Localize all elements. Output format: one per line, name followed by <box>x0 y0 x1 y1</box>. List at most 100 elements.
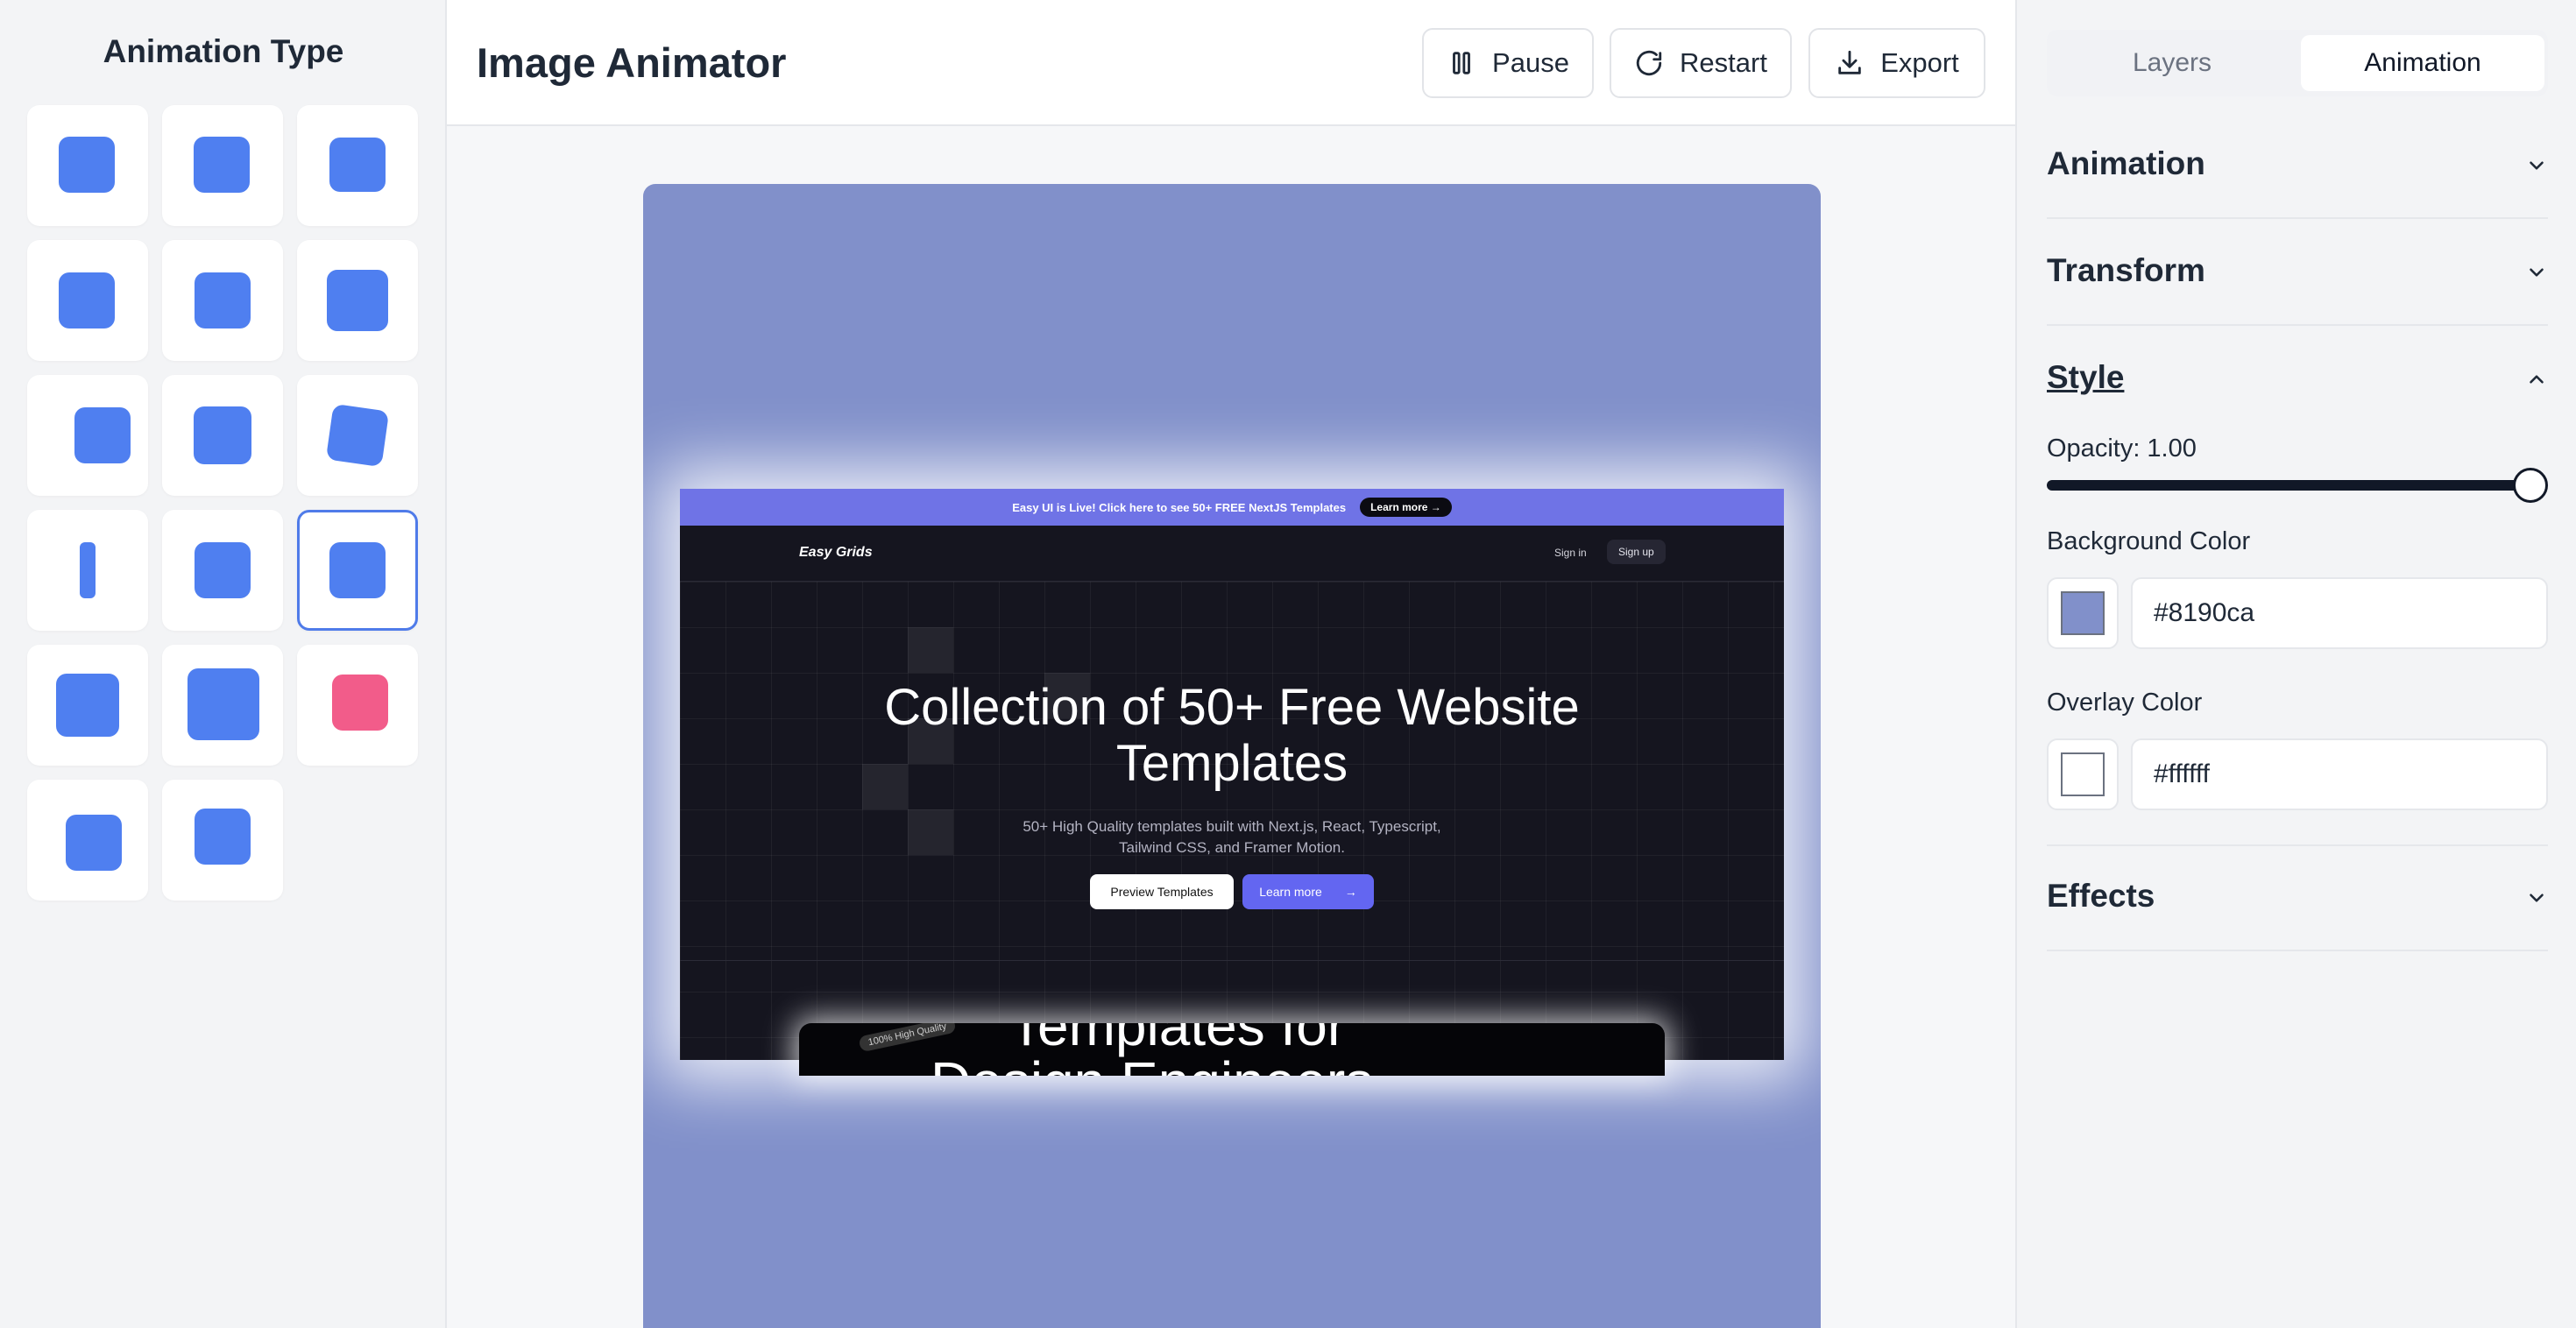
animation-option-flip[interactable] <box>27 510 148 631</box>
download-icon <box>1838 50 1861 74</box>
background-color-label: Background Color <box>2047 527 2251 555</box>
animation-option-scale[interactable] <box>297 105 418 226</box>
chevron-up-icon <box>2530 375 2544 384</box>
divider <box>2047 324 2548 326</box>
preview-divider <box>680 960 1784 961</box>
animation-option-zoom[interactable] <box>297 240 418 361</box>
preview-sign-in: Sign in <box>1554 547 1587 559</box>
animation-option-color-shift[interactable] <box>297 645 418 766</box>
animation-option-bounce[interactable] <box>162 240 283 361</box>
export-label: Export <box>1880 47 1959 78</box>
grid-cell <box>908 627 953 673</box>
pause-label: Pause <box>1492 47 1569 78</box>
zoom-preview-icon <box>327 270 388 331</box>
tab-animation[interactable]: Animation <box>2301 35 2544 91</box>
background-color-picker[interactable] <box>2047 577 2119 649</box>
slide-preview-icon <box>194 137 250 193</box>
pause-icon <box>1453 52 1470 74</box>
animation-option-fade[interactable] <box>27 105 148 226</box>
drop-preview-icon <box>195 809 251 865</box>
animation-option-expand[interactable] <box>162 645 283 766</box>
preview-brand: Easy Grids <box>799 545 873 560</box>
animation-option-drop[interactable] <box>162 780 283 901</box>
pulse-preview-icon <box>194 406 251 464</box>
panel-tabs: Layers Animation <box>2047 30 2548 96</box>
page-title: Image Animator <box>477 39 787 86</box>
float-preview-icon <box>329 542 386 598</box>
animation-option-float[interactable] <box>297 510 418 631</box>
preview-hero-title: Collection of 50+ Free Website Templates <box>884 679 1580 792</box>
section-effects-title: Effects <box>2047 878 2155 914</box>
section-transform-header[interactable]: Transform <box>2047 252 2548 296</box>
section-style-title: Style <box>2047 359 2125 395</box>
divider <box>2047 950 2548 951</box>
grow-preview-icon <box>56 674 119 737</box>
fade-preview-icon <box>59 137 115 193</box>
banner-text: Easy UI is Live! Click here to see 50+ F… <box>1012 500 1347 514</box>
animation-option-slide[interactable] <box>162 105 283 226</box>
animation-option-rotate[interactable] <box>27 240 148 361</box>
restart-button[interactable]: Restart <box>1610 28 1792 98</box>
chevron-down-icon <box>2530 161 2544 170</box>
tilt-preview-icon <box>325 403 390 468</box>
animation-option-shift[interactable] <box>27 375 148 496</box>
animation-type-sidebar: Animation Type <box>0 0 447 1328</box>
preview-hero-subtitle: 50+ High Quality templates built with Ne… <box>1023 818 1441 856</box>
rotate-preview-icon <box>59 272 115 328</box>
overlay-color-input[interactable]: #ffffff <box>2131 738 2548 810</box>
animation-canvas[interactable]: Easy UI is Live! Click here to see 50+ F… <box>643 184 1821 1328</box>
opacity-slider-thumb[interactable] <box>2513 468 2548 503</box>
expand-preview-icon <box>188 668 259 740</box>
divider <box>2047 844 2548 846</box>
chevron-down-icon <box>2530 268 2544 277</box>
restart-label: Restart <box>1680 47 1767 78</box>
preview-screenshot: Templates for Design Engineers 100% High… <box>799 1023 1665 1076</box>
wobble-preview-icon <box>66 815 122 871</box>
section-animation-header[interactable]: Animation <box>2047 145 2548 189</box>
animated-image[interactable]: Easy UI is Live! Click here to see 50+ F… <box>680 489 1784 1076</box>
preview-learn-more-button: Learn more → <box>1242 874 1374 909</box>
section-animation-title: Animation <box>2047 145 2205 181</box>
background-color-input[interactable]: #8190ca <box>2131 577 2548 649</box>
preview-nav: Easy Grids Sign in Sign up <box>680 526 1784 582</box>
overlay-color-swatch <box>2061 752 2105 796</box>
shift-preview-icon <box>74 407 131 463</box>
restart-icon <box>1636 50 1662 76</box>
preview-banner: Easy UI is Live! Click here to see 50+ F… <box>680 489 1784 526</box>
bounce-preview-icon <box>195 272 251 328</box>
properties-sidebar: Layers Animation Animation Transform Sty… <box>2015 0 2576 1328</box>
animation-option-pulse[interactable] <box>162 375 283 496</box>
pause-button[interactable]: Pause <box>1422 28 1594 98</box>
opacity-slider-track[interactable] <box>2047 480 2530 491</box>
banner-learn-more: Learn more → <box>1360 498 1452 517</box>
main-area: Image Animator Pause Restart Export Easy… <box>447 0 2015 1328</box>
tab-layers[interactable]: Layers <box>2050 35 2294 91</box>
blink-preview-icon <box>195 542 251 598</box>
animation-option-tilt[interactable] <box>297 375 418 496</box>
section-style-header[interactable]: Style <box>2047 359 2548 403</box>
animation-option-grow[interactable] <box>27 645 148 766</box>
screenshot-badge: 100% High Quality <box>858 1023 957 1053</box>
preview-hero: Collection of 50+ Free Website Templates… <box>680 582 1784 1076</box>
animation-option-blink[interactable] <box>162 510 283 631</box>
screenshot-heading-2: Design Engineers <box>931 1049 1373 1076</box>
section-transform-title: Transform <box>2047 252 2205 288</box>
color-shift-preview-icon <box>332 675 388 731</box>
overlay-color-picker[interactable] <box>2047 738 2119 810</box>
arrow-right-icon: → <box>1344 885 1357 899</box>
preview-templates-button: Preview Templates <box>1090 874 1234 909</box>
overlay-color-label: Overlay Color <box>2047 689 2203 717</box>
animation-option-wobble[interactable] <box>27 780 148 901</box>
learn-more-label: Learn more <box>1259 885 1322 899</box>
flip-preview-icon <box>80 542 96 598</box>
background-color-swatch <box>2061 591 2105 635</box>
animation-type-title: Animation Type <box>103 33 344 69</box>
main-header: Image Animator Pause Restart Export <box>447 0 2015 126</box>
chevron-down-icon <box>2530 894 2544 902</box>
opacity-label: Opacity: 1.00 <box>2047 434 2197 463</box>
preview-sign-up: Sign up <box>1607 540 1666 564</box>
scale-preview-icon <box>329 138 386 192</box>
divider <box>2047 217 2548 219</box>
export-button[interactable]: Export <box>1808 28 1985 98</box>
section-effects-header[interactable]: Effects <box>2047 878 2548 922</box>
